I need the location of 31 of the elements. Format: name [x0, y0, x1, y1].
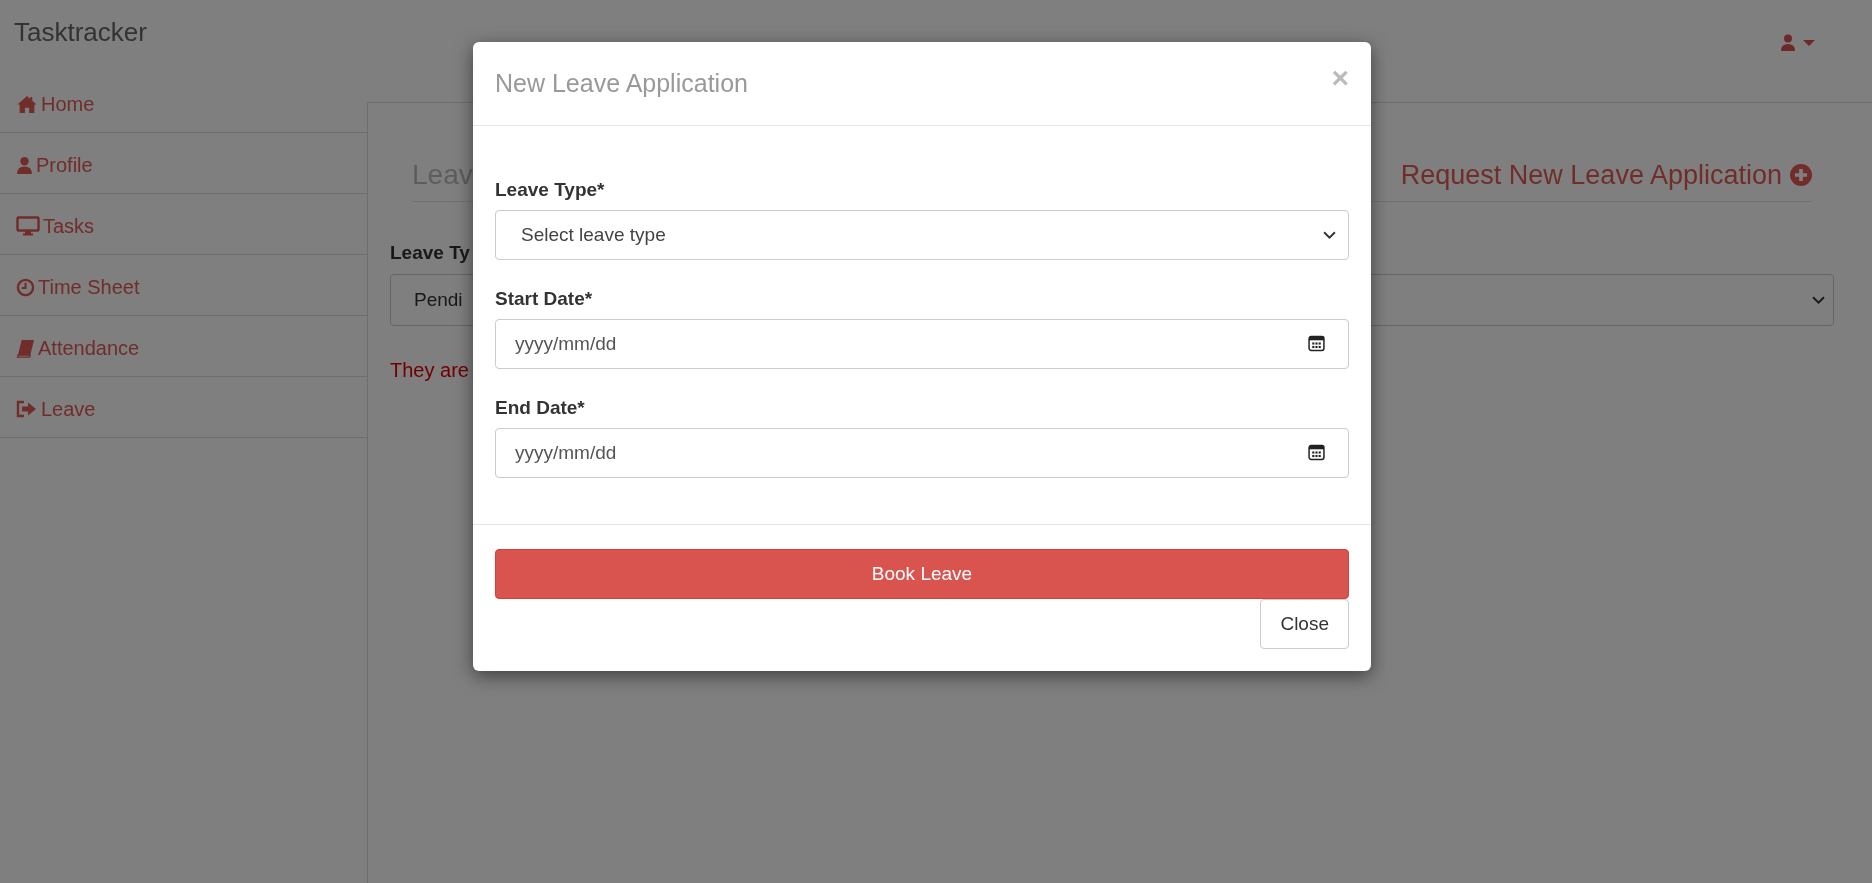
plus-circle-icon — [1790, 164, 1812, 186]
house-icon — [16, 94, 38, 114]
sidebar-item[interactable]: Time Sheet — [0, 255, 367, 316]
sidebar-item[interactable]: Profile — [0, 133, 367, 194]
filter-label: Leave Ty — [390, 242, 471, 264]
sidebar-item[interactable]: Home — [0, 72, 367, 133]
field-label: Leave Type* — [495, 179, 606, 201]
sidebar-item[interactable]: Tasks — [0, 194, 367, 255]
field-label: Start Date* — [495, 288, 594, 310]
calendar-icon[interactable] — [1308, 335, 1325, 352]
chevron-down-icon — [1323, 230, 1336, 240]
date-field[interactable]: yyyy/mm/dd — [495, 428, 1349, 478]
sidebar-item[interactable]: Leave — [0, 377, 367, 438]
leave-type-select[interactable]: Select leave type — [495, 210, 1349, 260]
clock-icon — [16, 277, 35, 297]
app-brand[interactable]: Tasktracker — [0, 0, 367, 72]
calendar-icon[interactable] — [1308, 444, 1325, 461]
close-dialog-button[interactable]: Close — [1260, 599, 1349, 649]
book-icon — [16, 338, 35, 358]
dialog-title: New Leave Application — [495, 69, 748, 98]
book-leave-button[interactable]: Book Leave — [495, 549, 1349, 599]
status-message: They are — [390, 359, 470, 382]
field-label: End Date* — [495, 397, 586, 419]
person-icon — [16, 155, 33, 175]
sidebar-item[interactable]: Attendance — [0, 316, 367, 377]
date-field[interactable]: yyyy/mm/dd — [495, 319, 1349, 369]
exit-icon — [16, 400, 38, 418]
close-button[interactable]: × — [1331, 60, 1349, 95]
monitor-icon — [16, 216, 40, 236]
request-leave-link[interactable]: Request New Leave Application — [1400, 159, 1812, 191]
chevron-down-icon — [1812, 295, 1825, 305]
